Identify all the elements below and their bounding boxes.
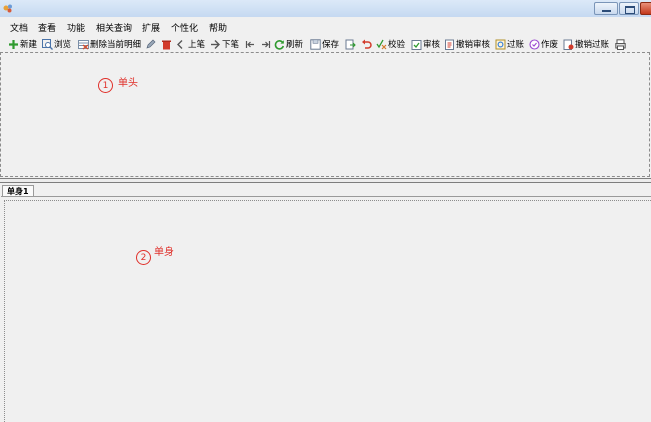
body-grid-area[interactable] xyxy=(4,200,651,422)
search-icon xyxy=(42,38,53,50)
save-button[interactable]: 保存 xyxy=(310,37,339,51)
title-bar xyxy=(0,0,651,17)
body-panel xyxy=(1,196,651,422)
first-record-button[interactable] xyxy=(245,37,256,51)
body-marker: 2 xyxy=(136,250,151,265)
approve-button[interactable]: 审核 xyxy=(411,37,440,51)
save-icon xyxy=(310,38,321,50)
refresh-button[interactable]: 刷新 xyxy=(274,37,303,51)
last-record-icon xyxy=(262,40,271,48)
delete-row-icon xyxy=(78,39,89,50)
undo-icon xyxy=(362,39,372,49)
void-button[interactable]: 作废 xyxy=(529,37,558,51)
menu-related-query[interactable]: 相关查询 xyxy=(96,21,132,34)
verify-button[interactable]: 校验 xyxy=(376,37,405,51)
approve-icon xyxy=(411,39,422,50)
delete-detail-button[interactable]: 删除当前明细 xyxy=(78,37,141,51)
header-marker: 1 xyxy=(98,78,113,93)
refresh-icon xyxy=(274,39,285,50)
new-button[interactable]: 新建 xyxy=(8,37,37,51)
menu-help[interactable]: 帮助 xyxy=(209,21,227,34)
print-icon xyxy=(615,38,626,50)
export-icon xyxy=(345,39,356,49)
panel-splitter[interactable] xyxy=(0,178,651,183)
menu-function[interactable]: 功能 xyxy=(67,21,85,34)
export-button[interactable] xyxy=(345,37,356,51)
undo-button[interactable] xyxy=(361,37,372,51)
delete-button[interactable] xyxy=(161,37,172,51)
toolbar: 新建 浏览 删除当前明细 上笔 下笔 刷新 保存 校验 审核 撤销审核 过账 作… xyxy=(0,36,651,53)
void-icon xyxy=(529,38,540,50)
post-button[interactable]: 过账 xyxy=(495,37,524,51)
cancel-approve-icon xyxy=(445,39,454,50)
minimize-button[interactable] xyxy=(594,2,618,15)
app-icon xyxy=(3,4,12,13)
cancel-approve-button[interactable]: 撤销审核 xyxy=(444,37,490,51)
menu-document[interactable]: 文档 xyxy=(10,21,28,34)
next-button[interactable]: 下笔 xyxy=(210,37,239,51)
menu-bar: 文档 查看 功能 相关查询 扩展 个性化 帮助 xyxy=(0,19,651,35)
pencil-icon xyxy=(146,39,156,49)
first-record-icon xyxy=(245,40,254,48)
check-cross-icon xyxy=(376,39,387,49)
cancel-post-icon xyxy=(563,39,574,50)
header-panel[interactable] xyxy=(0,52,650,177)
plus-icon xyxy=(9,39,18,49)
close-button[interactable] xyxy=(640,2,651,15)
browse-button[interactable]: 浏览 xyxy=(42,37,71,51)
post-icon xyxy=(495,39,506,49)
cancel-post-button[interactable]: 撤销过账 xyxy=(563,37,609,51)
menu-personalize[interactable]: 个性化 xyxy=(171,21,198,34)
menu-extension[interactable]: 扩展 xyxy=(142,21,160,34)
print-button[interactable] xyxy=(615,37,626,51)
last-record-button[interactable] xyxy=(260,37,271,51)
edit-button[interactable] xyxy=(145,37,156,51)
trash-icon xyxy=(162,40,171,49)
maximize-button[interactable] xyxy=(619,2,639,15)
arrow-left-icon xyxy=(177,39,183,49)
prev-button[interactable]: 上笔 xyxy=(176,37,205,51)
arrow-right-icon xyxy=(211,39,220,49)
header-label: 单头 xyxy=(118,78,138,89)
body-label: 单身 xyxy=(154,247,174,258)
menu-view[interactable]: 查看 xyxy=(38,21,56,34)
